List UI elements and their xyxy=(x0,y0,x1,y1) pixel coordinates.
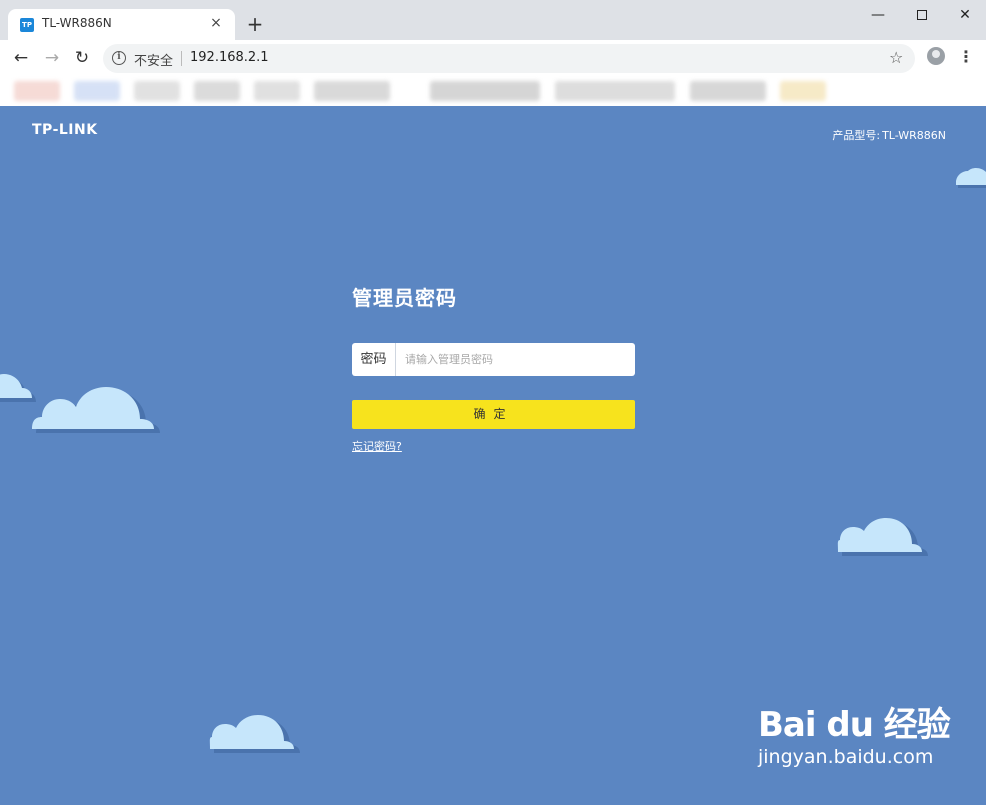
tab-close-icon[interactable]: × xyxy=(207,14,225,32)
tp-link-favicon-icon: TP xyxy=(20,18,34,32)
bookmark-item[interactable] xyxy=(254,81,300,101)
bookmark-item[interactable] xyxy=(134,81,180,101)
bookmark-item[interactable] xyxy=(314,81,390,101)
address-bar[interactable]: i 不安全 192.168.2.1 ☆ xyxy=(103,44,915,73)
bookmark-item[interactable] xyxy=(430,81,540,101)
bookmark-item[interactable] xyxy=(555,81,675,101)
security-status[interactable]: 不安全 xyxy=(134,50,173,69)
browser-toolbar: ← → ↻ i 不安全 192.168.2.1 ☆ xyxy=(0,40,986,76)
password-label: 密码 xyxy=(352,343,396,376)
window-close-button[interactable]: ✕ xyxy=(942,0,986,32)
bookmark-item[interactable] xyxy=(780,81,826,101)
tp-link-logo: TP-LINK xyxy=(32,122,98,138)
address-divider xyxy=(181,51,182,66)
password-field-group: 密码 xyxy=(352,343,635,376)
tab-strip: TP TL-WR886N × + — ✕ xyxy=(0,0,986,40)
watermark-brand: Bai du 经验 xyxy=(758,705,951,745)
browser-menu-icon[interactable]: ⋮ xyxy=(958,47,974,67)
cloud-icon xyxy=(32,387,160,433)
bookmark-item[interactable] xyxy=(74,81,120,101)
window-minimize-button[interactable]: — xyxy=(855,0,901,32)
bookmark-item[interactable] xyxy=(194,81,240,101)
router-login-page: TP-LINK 产品型号: TL-WR886N 管理员密码 密码 确定 忘记密码?… xyxy=(0,107,986,805)
password-input[interactable] xyxy=(397,343,633,376)
cloud-icon xyxy=(209,715,300,753)
new-tab-button[interactable]: + xyxy=(243,12,267,36)
reload-button[interactable]: ↻ xyxy=(70,46,94,70)
baidu-jingyan-watermark: Bai du 经验 jingyan.baidu.com xyxy=(758,697,951,768)
login-title: 管理员密码 xyxy=(352,286,457,310)
browser-tab[interactable]: TP TL-WR886N × xyxy=(8,9,235,40)
browser-window: TP TL-WR886N × + — ✕ ← → ↻ i 不安全 192.168… xyxy=(0,0,986,106)
bookmark-item[interactable] xyxy=(14,81,60,101)
window-maximize-button[interactable] xyxy=(899,0,945,32)
confirm-button[interactable]: 确定 xyxy=(352,400,635,429)
profile-avatar-icon[interactable] xyxy=(927,47,945,65)
cloud-icon xyxy=(837,518,928,556)
maximize-icon xyxy=(917,10,927,20)
model-value: TL-WR886N xyxy=(882,129,946,142)
cloud-icon xyxy=(956,168,986,188)
back-button[interactable]: ← xyxy=(9,46,33,70)
product-model: 产品型号: TL-WR886N xyxy=(830,127,946,143)
tab-title: TL-WR886N xyxy=(42,16,112,30)
info-icon[interactable]: i xyxy=(112,51,126,65)
bookmark-star-icon[interactable]: ☆ xyxy=(889,48,903,67)
bookmarks-bar xyxy=(0,76,986,106)
model-label: 产品型号: xyxy=(832,129,881,142)
bookmark-item[interactable] xyxy=(690,81,766,101)
watermark-url: jingyan.baidu.com xyxy=(758,746,934,768)
forward-button[interactable]: → xyxy=(40,46,64,70)
url-text[interactable]: 192.168.2.1 xyxy=(190,50,269,65)
forgot-password-link[interactable]: 忘记密码? xyxy=(352,438,402,454)
